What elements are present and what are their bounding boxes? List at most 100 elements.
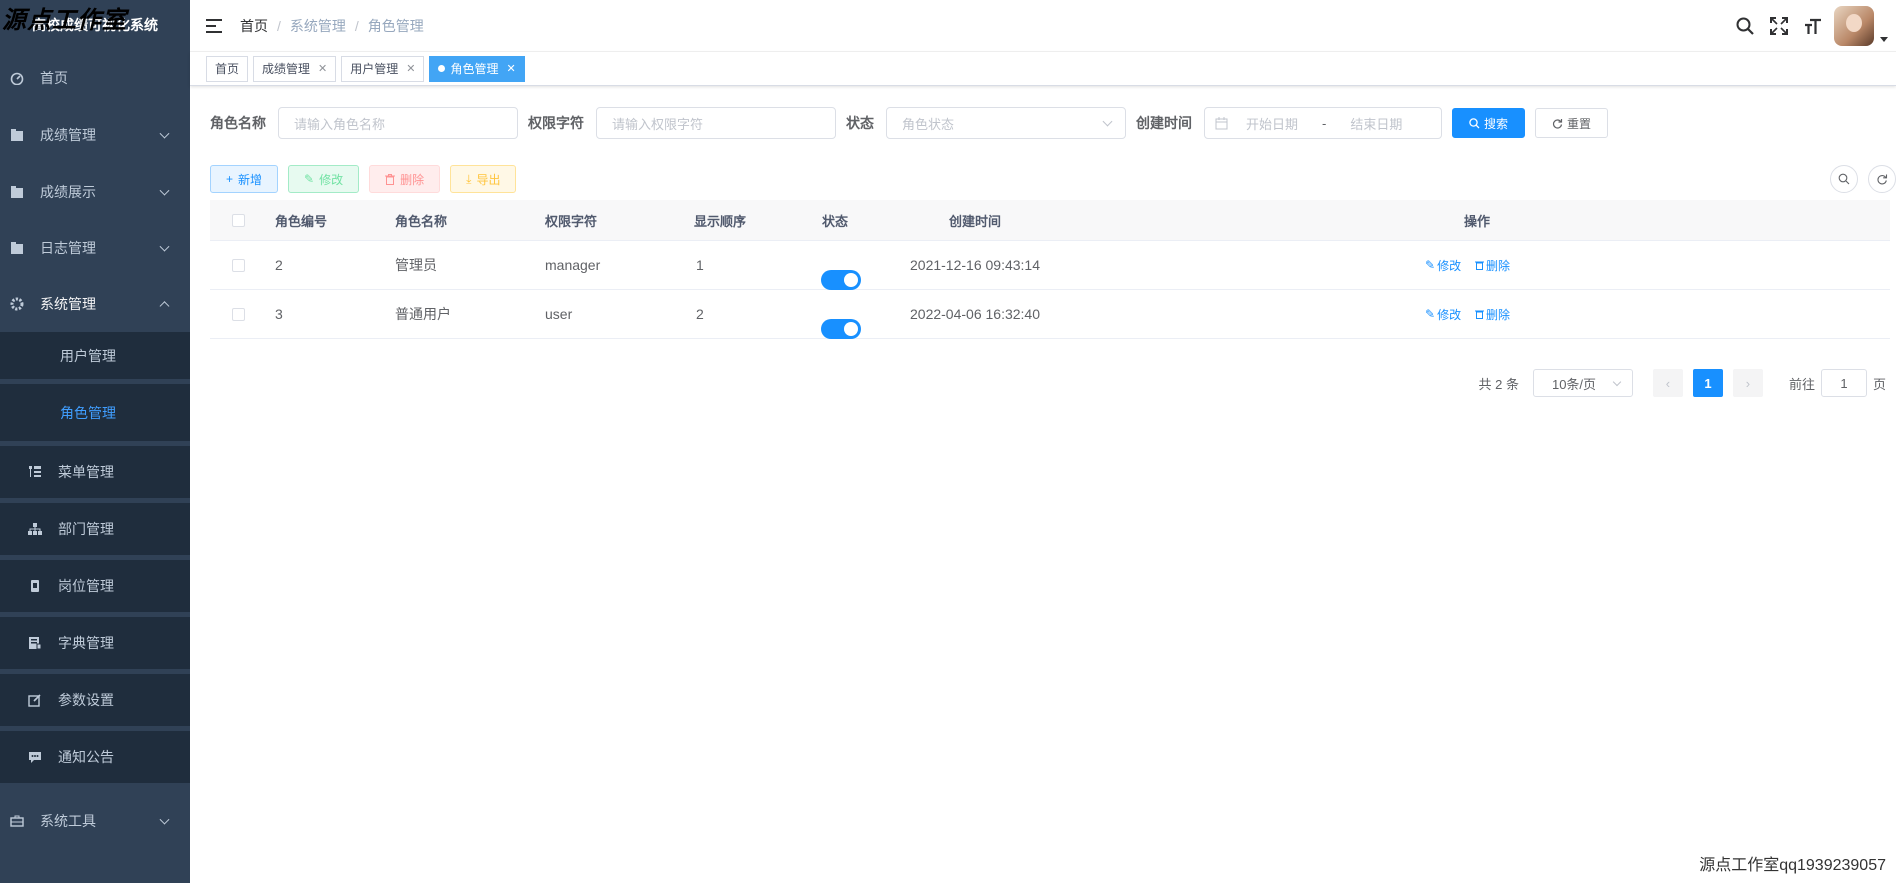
sidebar-item-score-display[interactable]: 成绩展示 [0,164,190,220]
tag-role-manage[interactable]: 角色管理 ✕ [429,55,525,82]
tag-user-manage[interactable]: 用户管理 ✕ [341,55,425,82]
refresh-button[interactable] [1868,165,1896,193]
folder-icon [10,185,24,199]
avatar[interactable] [1834,6,1874,46]
row-edit-button[interactable]: ✎ 修改 [1425,306,1461,323]
sidebar-item-notice[interactable]: 通知公告 [0,731,190,788]
tag-home[interactable]: 首页 [206,55,249,82]
sidebar-item-post-manage[interactable]: 岗位管理 [0,560,190,617]
close-icon[interactable]: ✕ [318,62,327,75]
cell-sort: 1 [696,257,704,273]
sidebar-item-system-tools[interactable]: 系统工具 [0,788,190,854]
sidebar-item-system-manage[interactable]: 系统管理 [0,276,190,332]
download-icon: ⤓ [466,171,472,186]
cell-perm-key: manager [545,257,601,273]
refresh-icon [1877,174,1888,185]
sidebar-item-label: 岗位管理 [58,578,114,594]
row-edit-button[interactable]: ✎ 修改 [1425,257,1461,274]
add-button-label: 新增 [238,172,263,187]
action-toolbar: + 新增 ✎ 修改 删除 ⤓ 导出 [210,165,526,193]
sidebar: 高校成绩可视化系统 源点工作室 首页 成绩管理 成绩展示 日志管理 系统管理 用… [0,0,190,883]
sidebar-item-label: 菜单管理 [58,464,114,480]
edit-button[interactable]: ✎ 修改 [288,165,360,193]
breadcrumb-home[interactable]: 首页 [240,16,268,36]
pagination: 共 2 条 10条/页 ‹ 1 › 前往 1 页 [1479,369,1886,397]
tree-table-icon [28,465,42,479]
hamburger-icon[interactable] [206,18,224,33]
message-icon [28,750,42,764]
search-icon[interactable] [1728,0,1762,52]
prev-page-button[interactable]: ‹ [1652,369,1683,397]
search-button-label: 搜索 [1483,116,1508,131]
watermark-top: 源点工作室 [2,5,127,34]
toggle-search-button[interactable] [1830,165,1858,193]
sidebar-item-label: 系统工具 [40,813,96,829]
chevron-down-icon [159,185,170,196]
breadcrumb: 首页 / 系统管理 / 角色管理 [240,16,424,36]
end-date-placeholder[interactable]: 结束日期 [1350,114,1402,133]
caret-down-icon[interactable] [1880,36,1888,42]
status-switch[interactable] [821,270,861,290]
role-table: 角色编号 角色名称 权限字符 显示顺序 状态 创建时间 操作 2 管理员 man… [210,200,1890,339]
search-button[interactable]: 搜索 [1452,108,1525,138]
sidebar-item-param-settings[interactable]: 参数设置 [0,674,190,731]
sidebar-item-score-manage[interactable]: 成绩管理 [0,106,190,164]
dashboard-icon [10,71,24,85]
header-role-id: 角色编号 [275,213,328,229]
reset-button[interactable]: 重置 [1535,108,1608,138]
row-checkbox[interactable] [232,259,245,272]
page-size-select[interactable]: 10条/页 [1532,369,1633,397]
font-size-icon[interactable] [1796,0,1830,52]
folder-icon [10,241,24,255]
row-delete-button[interactable]: 删除 [1475,306,1510,323]
header-status: 状态 [822,213,849,229]
sidebar-item-label: 通知公告 [58,749,114,765]
close-icon[interactable]: ✕ [406,62,415,75]
date-range-picker[interactable]: 开始日期 - 结束日期 [1204,107,1442,139]
breadcrumb-separator: / [277,17,281,34]
post-icon [28,579,42,593]
next-page-button[interactable]: › [1732,369,1763,397]
page-number-button[interactable]: 1 [1692,369,1723,397]
time-label: 创建时间 [1136,115,1192,131]
sidebar-item-log-manage[interactable]: 日志管理 [0,220,190,276]
sidebar-item-user-manage[interactable]: 用户管理 [0,332,190,384]
role-name-input[interactable]: 请输入角色名称 [278,107,518,139]
add-button[interactable]: + 新增 [210,165,279,193]
sidebar-item-home[interactable]: 首页 [0,50,190,106]
export-button[interactable]: ⤓ 导出 [450,165,517,193]
sidebar-item-role-manage[interactable]: 角色管理 [0,384,190,446]
perm-input[interactable]: 请输入权限字符 [596,107,836,139]
close-icon[interactable]: ✕ [507,62,516,75]
search-form: 角色名称 请输入角色名称 权限字符 请输入权限字符 状态 角色状态 创建时间 开… [210,107,1608,139]
trash-icon [1475,260,1484,270]
status-switch[interactable] [821,319,861,339]
trash-icon [385,173,396,185]
sidebar-logo[interactable]: 高校成绩可视化系统 源点工作室 [0,0,190,50]
select-all-checkbox[interactable] [232,214,245,227]
navbar: 首页 / 系统管理 / 角色管理 [190,0,1896,52]
start-date-placeholder[interactable]: 开始日期 [1246,114,1298,133]
sidebar-item-dept-manage[interactable]: 部门管理 [0,503,190,560]
header-perm-key: 权限字符 [545,213,598,229]
sidebar-item-label: 用户管理 [60,347,116,364]
row-delete-button[interactable]: 删除 [1475,257,1510,274]
export-button-label: 导出 [476,172,501,187]
sidebar-item-label: 系统管理 [40,296,96,312]
tag-label: 成绩管理 [262,62,311,76]
sidebar-item-label: 成绩管理 [40,127,96,143]
perm-placeholder: 请输入权限字符 [612,116,704,132]
trash-icon [1475,309,1484,319]
pagination-jumper: 前往 1 页 [1789,369,1886,397]
row-checkbox[interactable] [232,308,245,321]
goto-page-input[interactable]: 1 [1820,369,1867,397]
delete-button[interactable]: 删除 [369,165,441,193]
breadcrumb-separator: / [354,17,359,34]
status-select[interactable]: 角色状态 [886,107,1126,139]
cell-create-time: 2022-04-06 16:32:40 [910,306,1040,322]
fullscreen-icon[interactable] [1762,0,1796,52]
sidebar-item-dict-manage[interactable]: 字典管理 [0,617,190,674]
tag-score-manage[interactable]: 成绩管理 ✕ [253,55,337,82]
cell-create-time: 2021-12-16 09:43:14 [910,257,1040,273]
sidebar-item-menu-manage[interactable]: 菜单管理 [0,446,190,503]
